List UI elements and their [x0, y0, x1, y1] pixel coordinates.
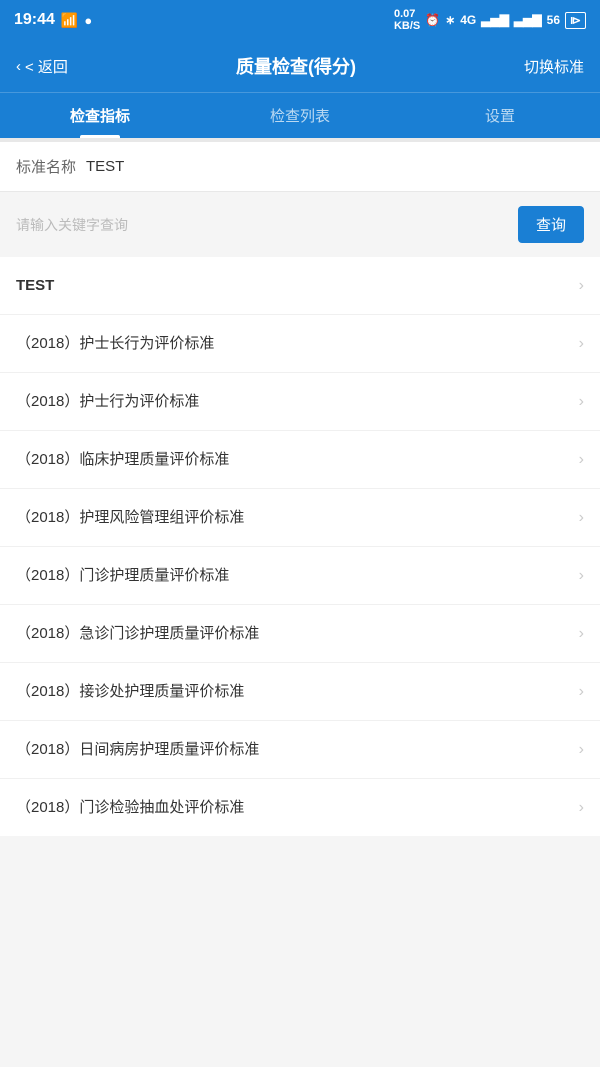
status-time: 19:44 — [14, 11, 55, 29]
chevron-right-icon: › — [579, 625, 584, 643]
status-left: 19:44 📶 ● — [14, 11, 92, 29]
list-item-text: （2018）临床护理质量评价标准 — [16, 449, 229, 470]
tab-list-label: 检查列表 — [270, 108, 330, 125]
chevron-right-icon: › — [579, 567, 584, 585]
signal-bars-icon: ▃▅▇ — [481, 13, 509, 27]
signal-icon: ● — [84, 13, 92, 28]
tab-settings-label: 设置 — [485, 108, 515, 125]
list-container: TEST › （2018）护士长行为评价标准 › （2018）护士行为评价标准 … — [0, 257, 600, 836]
status-bar: 19:44 📶 ● 0.07KB/S ⏰ ∗ 4G ▃▅▇ ▃▅▇ 56 ⧐ — [0, 0, 600, 40]
list-item-text: （2018）护士长行为评价标准 — [16, 333, 214, 354]
list-item-text: （2018）急诊门诊护理质量评价标准 — [16, 623, 259, 644]
chevron-right-icon: › — [579, 799, 584, 817]
tab-settings[interactable]: 设置 — [400, 93, 600, 138]
search-section: 查询 — [0, 192, 600, 257]
list-item-text: （2018）门诊检验抽血处评价标准 — [16, 797, 244, 818]
list-item-text: （2018）护理风险管理组评价标准 — [16, 507, 244, 528]
chevron-right-icon: › — [579, 393, 584, 411]
status-right: 0.07KB/S ⏰ ∗ 4G ▃▅▇ ▃▅▇ 56 ⧐ — [394, 8, 586, 32]
list-item-text: （2018）门诊护理质量评价标准 — [16, 565, 229, 586]
list-item-8[interactable]: （2018）日间病房护理质量评价标准 › — [0, 721, 600, 779]
standard-name-value: TEST — [86, 158, 124, 175]
battery-level: 56 — [547, 13, 560, 27]
switch-standard-button[interactable]: 切换标准 — [524, 56, 584, 77]
chevron-right-icon: › — [579, 741, 584, 759]
list-item-test[interactable]: TEST › — [0, 257, 600, 315]
list-item-1[interactable]: （2018）护士长行为评价标准 › — [0, 315, 600, 373]
wifi-icon: 📶 — [61, 12, 78, 29]
list-item-text: （2018）接诊处护理质量评价标准 — [16, 681, 244, 702]
list-item-4[interactable]: （2018）护理风险管理组评价标准 › — [0, 489, 600, 547]
standard-name-row: 标准名称 TEST — [0, 138, 600, 192]
list-item-5[interactable]: （2018）门诊护理质量评价标准 › — [0, 547, 600, 605]
list-item-9[interactable]: （2018）门诊检验抽血处评价标准 › — [0, 779, 600, 836]
back-chevron-icon: ‹ — [16, 58, 21, 75]
network-icon: 4G — [460, 13, 476, 27]
tab-bar: 检查指标 检查列表 设置 — [0, 92, 600, 138]
page-title: 质量检查(得分) — [236, 53, 356, 79]
battery-icon: ⧐ — [565, 12, 586, 29]
list-item-3[interactable]: （2018）临床护理质量评价标准 › — [0, 431, 600, 489]
back-button[interactable]: ‹ < 返回 — [16, 56, 68, 77]
list-item-6[interactable]: （2018）急诊门诊护理质量评价标准 › — [0, 605, 600, 663]
chevron-right-icon: › — [579, 509, 584, 527]
clock-icon: ⏰ — [425, 13, 440, 27]
list-item-7[interactable]: （2018）接诊处护理质量评价标准 › — [0, 663, 600, 721]
signal-bars-2-icon: ▃▅▇ — [514, 13, 542, 27]
chevron-right-icon: › — [579, 335, 584, 353]
top-navigation: ‹ < 返回 质量检查(得分) 切换标准 — [0, 40, 600, 92]
bluetooth-icon: ∗ — [445, 13, 455, 27]
chevron-right-icon: › — [579, 277, 584, 295]
list-item-text: （2018）护士行为评价标准 — [16, 391, 199, 412]
tab-indicators[interactable]: 检查指标 — [0, 93, 200, 138]
data-speed: 0.07KB/S — [394, 8, 420, 32]
chevron-right-icon: › — [579, 451, 584, 469]
list-item-2[interactable]: （2018）护士行为评价标准 › — [0, 373, 600, 431]
chevron-right-icon: › — [579, 683, 584, 701]
list-item-text: TEST — [16, 275, 54, 296]
standard-name-label: 标准名称 — [16, 156, 86, 177]
search-input[interactable] — [16, 217, 508, 233]
tab-indicators-label: 检查指标 — [70, 108, 130, 125]
search-button[interactable]: 查询 — [518, 206, 584, 243]
back-label: < 返回 — [25, 56, 68, 77]
tab-list[interactable]: 检查列表 — [200, 93, 400, 138]
list-item-text: （2018）日间病房护理质量评价标准 — [16, 739, 259, 760]
